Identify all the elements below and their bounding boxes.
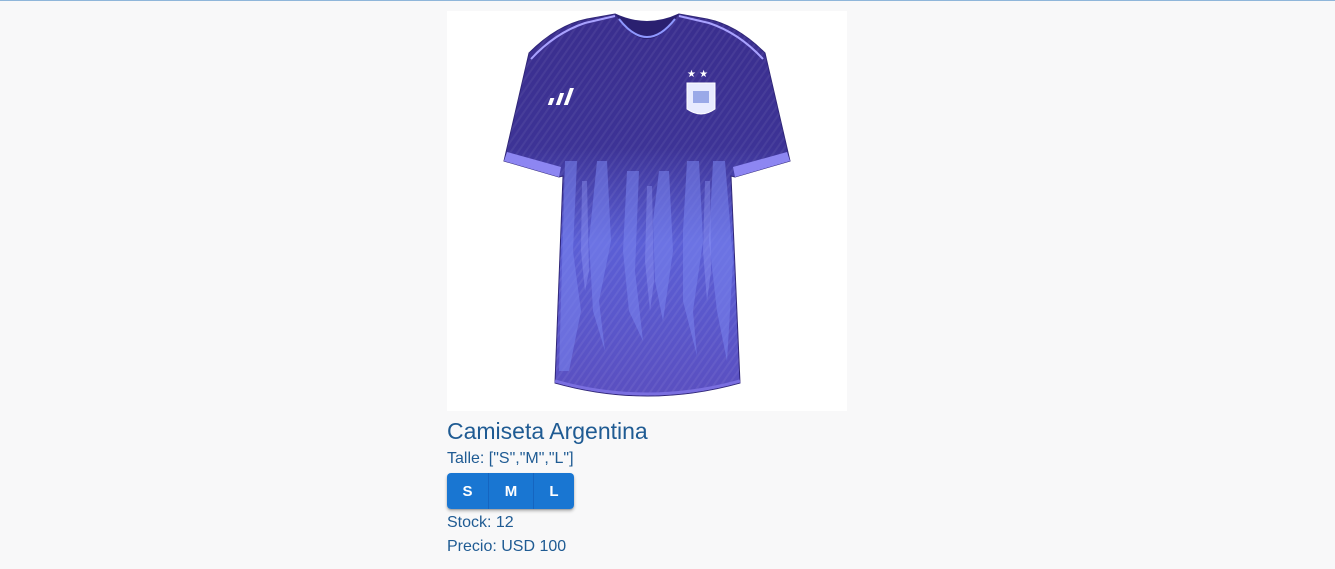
- sizes-text: Talle: ["S","M","L"]: [447, 450, 574, 467]
- size-l-button[interactable]: L: [534, 473, 574, 509]
- stock-text: Stock: 12: [447, 514, 514, 531]
- size-s-button[interactable]: S: [447, 473, 489, 509]
- svg-text:★ ★: ★ ★: [687, 69, 708, 80]
- product-title: Camiseta Argentina: [447, 418, 648, 444]
- size-button-group: S M L: [447, 473, 574, 509]
- product-image: ★ ★: [447, 11, 847, 411]
- top-border-line: [0, 0, 1335, 1]
- jersey-illustration: ★ ★: [503, 13, 791, 397]
- product-card: ★ ★ Camiseta Argentina Talle: ["S","M","…: [447, 11, 847, 557]
- size-m-button[interactable]: M: [489, 473, 534, 509]
- price-text: Precio: USD 100: [447, 538, 567, 555]
